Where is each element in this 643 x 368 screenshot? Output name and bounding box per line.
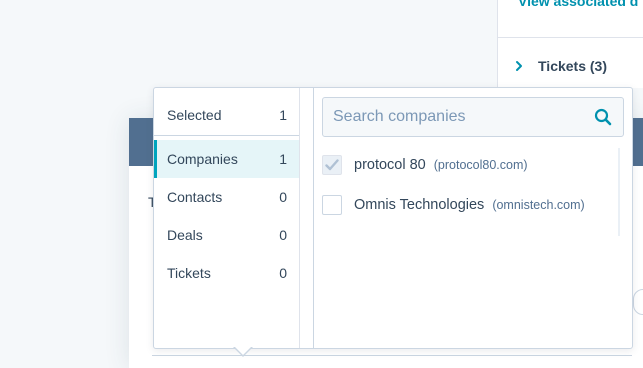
category-label: Selected xyxy=(167,107,222,123)
modal-divider xyxy=(152,355,632,356)
category-count: 0 xyxy=(279,265,287,281)
result-name: protocol 80 xyxy=(354,157,426,173)
results-scrollbar[interactable] xyxy=(618,148,620,236)
category-count: 0 xyxy=(279,227,287,243)
search-box xyxy=(322,97,624,137)
category-list: Selected 1 Companies 1 Contacts 0 Deals … xyxy=(154,88,299,348)
category-contacts[interactable]: Contacts 0 xyxy=(154,178,299,216)
list-scroll-edge xyxy=(299,88,300,348)
panel-divider xyxy=(498,37,643,38)
associations-panel: View associated d Tickets (3) xyxy=(497,0,643,88)
category-tickets[interactable]: Tickets 0 xyxy=(154,254,299,292)
result-checkbox[interactable] xyxy=(322,195,342,215)
category-label: Contacts xyxy=(167,189,223,205)
result-domain: (protocol80.com) xyxy=(433,158,528,172)
pane-divider xyxy=(313,88,314,348)
result-checkbox[interactable] xyxy=(322,155,342,175)
category-count: 0 xyxy=(279,189,287,205)
result-name: Omnis Technologies xyxy=(354,197,485,213)
category-label: Companies xyxy=(167,151,238,167)
result-domain: (omnistech.com) xyxy=(492,198,585,212)
category-deals[interactable]: Deals 0 xyxy=(154,216,299,254)
category-companies[interactable]: Companies 1 xyxy=(154,140,299,178)
result-row-protocol-80[interactable]: protocol 80 (protocol80.com) xyxy=(322,150,528,180)
tickets-section-label: Tickets (3) xyxy=(538,58,607,74)
background-control xyxy=(633,289,643,315)
category-count: 1 xyxy=(279,151,287,167)
check-icon xyxy=(325,159,339,171)
chevron-right-icon xyxy=(516,61,522,71)
search-icon[interactable] xyxy=(583,98,623,136)
category-label: Tickets xyxy=(167,265,211,281)
category-label: Deals xyxy=(167,227,203,243)
category-selected[interactable]: Selected 1 xyxy=(154,96,299,134)
popover-caret xyxy=(233,346,253,357)
search-input[interactable] xyxy=(323,98,583,136)
result-row-omnis-technologies[interactable]: Omnis Technologies (omnistech.com) xyxy=(322,190,585,220)
association-picker-popover: Selected 1 Companies 1 Contacts 0 Deals … xyxy=(153,87,633,349)
tickets-section-toggle[interactable]: Tickets (3) xyxy=(512,58,607,74)
category-divider xyxy=(154,135,299,136)
category-count: 1 xyxy=(279,107,287,123)
view-associated-link[interactable]: View associated d xyxy=(518,0,638,9)
